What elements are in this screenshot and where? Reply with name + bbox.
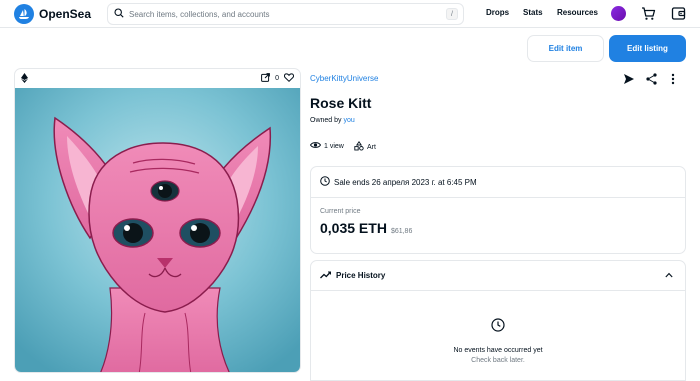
sale-end-row: Sale ends 26 апреля 2023 г. at 6:45 PM	[311, 167, 685, 198]
current-price-label: Current price	[320, 208, 361, 215]
transfer-icon[interactable]	[623, 72, 635, 90]
opensea-logo[interactable]: OpenSea	[14, 4, 91, 24]
category-label: Art	[367, 143, 376, 151]
trend-icon	[320, 270, 332, 281]
price-history-header[interactable]: Price History	[311, 261, 685, 291]
favorites-count: 0	[275, 75, 279, 82]
category-meta[interactable]: Art	[354, 141, 376, 153]
open-external-icon[interactable]	[261, 73, 270, 84]
brand-name: OpenSea	[39, 7, 92, 21]
share-icon[interactable]	[646, 72, 657, 90]
nft-artwork	[15, 88, 300, 372]
search-icon	[114, 5, 124, 23]
nav-resources[interactable]: Resources	[557, 8, 598, 17]
sale-panel: Sale ends 26 апреля 2023 г. at 6:45 PM C…	[310, 166, 686, 254]
wallet-icon[interactable]	[671, 6, 686, 26]
search-bar[interactable]: /	[107, 3, 464, 25]
top-bar: OpenSea / Drops Stats Resources	[0, 0, 700, 28]
current-price: 0,035 ETH $61,86	[320, 220, 412, 236]
card-header: 0	[15, 69, 300, 88]
nft-image-card: 0	[14, 68, 301, 373]
cart-icon[interactable]	[641, 6, 656, 26]
price-usd: $61,86	[390, 228, 413, 235]
views-count: 1 view	[324, 142, 344, 150]
eye-icon	[309, 141, 322, 151]
price-eth: 0,035 ETH	[320, 220, 387, 236]
ethereum-icon	[21, 70, 28, 88]
edit-item-button[interactable]: Edit item	[527, 35, 604, 62]
price-history-title: Price History	[336, 271, 386, 280]
empty-state-subtitle: Check back later.	[471, 357, 525, 364]
nav-stats[interactable]: Stats	[523, 8, 543, 17]
shapes-icon	[354, 141, 364, 153]
owner-line: Owned by you	[310, 117, 355, 124]
search-input[interactable]	[129, 9, 429, 19]
more-options-icon[interactable]	[671, 72, 675, 90]
clock-icon	[491, 318, 505, 337]
views-meta: 1 view	[309, 141, 344, 151]
empty-state-title: No events have occurred yet	[453, 347, 543, 354]
owned-by-label: Owned by	[310, 117, 342, 124]
heart-icon[interactable]	[283, 73, 295, 84]
nav-drops[interactable]: Drops	[486, 8, 509, 17]
clock-icon	[320, 176, 330, 188]
collection-link[interactable]: CyberKittyUniverse	[310, 74, 378, 83]
sale-end-text: Sale ends 26 апреля 2023 г. at 6:45 PM	[334, 177, 477, 187]
chevron-up-icon[interactable]	[665, 271, 673, 280]
edit-listing-button[interactable]: Edit listing	[609, 35, 686, 62]
price-history-panel: Price History No events have occurred ye…	[310, 260, 686, 381]
item-title: Rose Kitt	[310, 95, 372, 111]
opensea-logo-icon	[14, 4, 34, 24]
search-shortcut-badge: /	[446, 8, 458, 20]
profile-avatar[interactable]	[611, 6, 626, 21]
owner-link[interactable]: you	[343, 117, 354, 124]
